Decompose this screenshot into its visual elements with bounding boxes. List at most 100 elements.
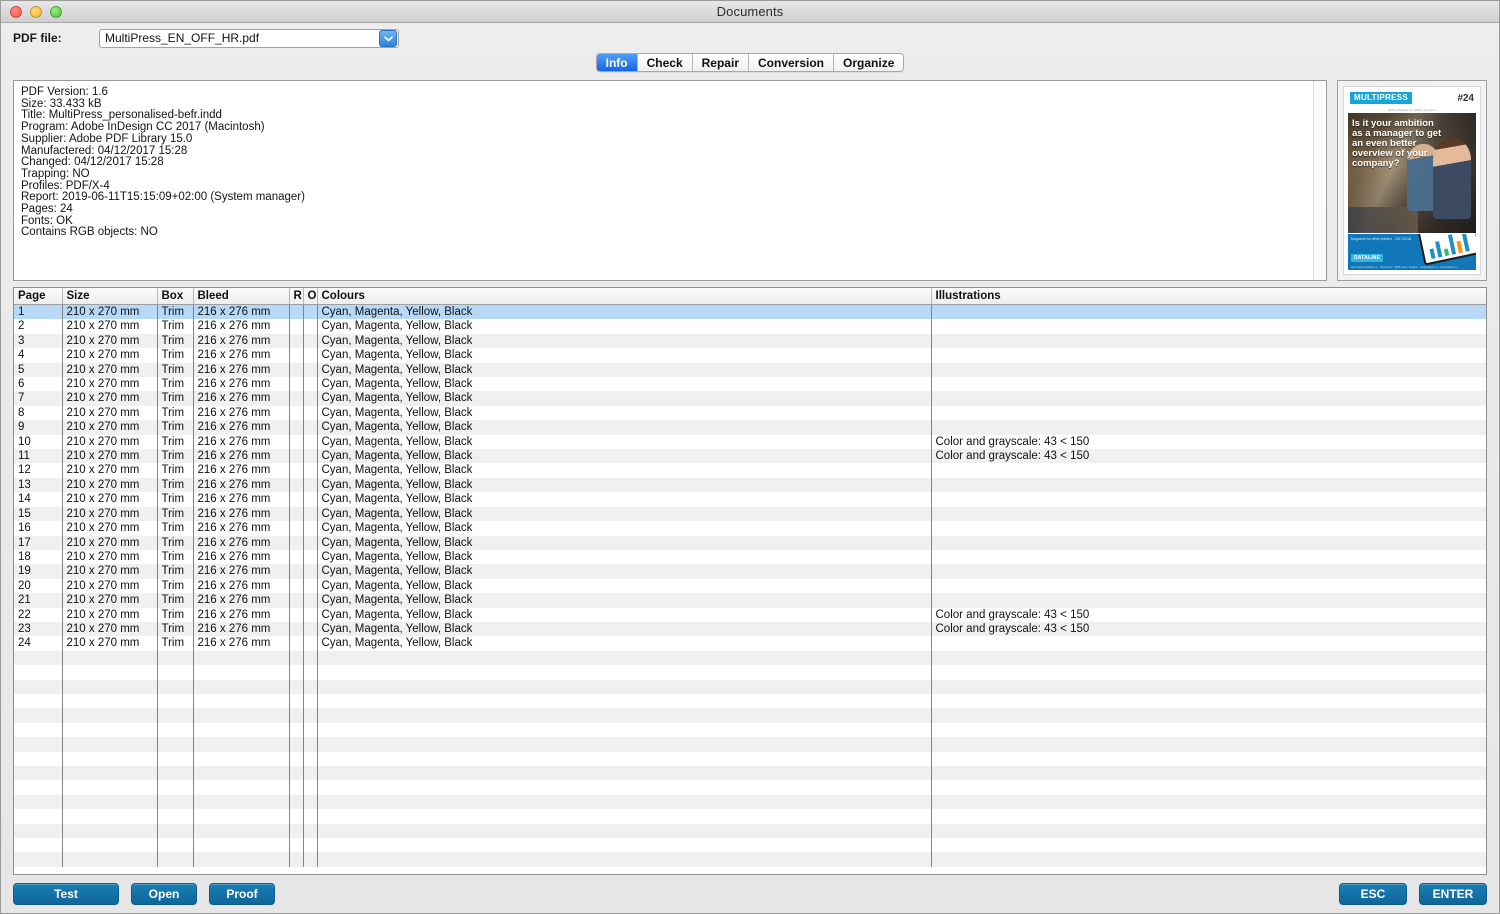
- column-header-colours[interactable]: Colours: [317, 288, 932, 305]
- table-row-empty[interactable]: [14, 766, 1486, 781]
- column-header-illustrations[interactable]: Illustrations: [931, 288, 1486, 305]
- cell-colours: Cyan, Magenta, Yellow, Black: [317, 564, 932, 579]
- table-row[interactable]: 4 210 x 270 mm Trim 216 x 276 mm Cyan, Magen…: [14, 348, 1486, 363]
- cell-r: [289, 434, 304, 450]
- cell-box: Trim: [157, 377, 194, 392]
- table-row-empty[interactable]: [14, 665, 1486, 680]
- table-row[interactable]: 7 210 x 270 mm Trim 216 x 276 mm Cyan, Magen…: [14, 391, 1486, 406]
- table-row[interactable]: 14 210 x 270 mm Trim 216 x 276 mm Cyan, Mage…: [14, 492, 1486, 507]
- cell-colours: Cyan, Magenta, Yellow, Black: [317, 578, 932, 594]
- cell-colours: Cyan, Magenta, Yellow, Black: [317, 477, 932, 493]
- column-header-bleed[interactable]: Bleed: [193, 288, 290, 305]
- cell-size: 210 x 270 mm: [62, 593, 158, 608]
- cell-r: [289, 506, 304, 522]
- table-row-empty[interactable]: [14, 780, 1486, 795]
- cell-colours: [317, 794, 932, 810]
- table-row-empty[interactable]: [14, 751, 1486, 766]
- cell-box: [157, 751, 194, 766]
- cell-illustrations: [931, 550, 1486, 564]
- tab-info[interactable]: Info: [596, 54, 638, 71]
- test-button[interactable]: Test: [13, 883, 119, 905]
- column-header-o[interactable]: O: [303, 288, 318, 305]
- open-button[interactable]: Open: [131, 883, 197, 905]
- cell-illustrations: [931, 780, 1486, 794]
- table-row[interactable]: 16 210 x 270 mm Trim 216 x 276 mm Cyan, Mage…: [14, 521, 1486, 536]
- table-row[interactable]: 2 210 x 270 mm Trim 216 x 276 mm Cyan, Magen…: [14, 319, 1486, 334]
- esc-button[interactable]: ESC: [1339, 883, 1407, 905]
- table-row[interactable]: 9 210 x 270 mm Trim 216 x 276 mm Cyan, Magen…: [14, 420, 1486, 435]
- table-row-empty[interactable]: [14, 722, 1486, 738]
- pdf-file-combobox[interactable]: MultiPress_EN_OFF_HR.pdf: [99, 28, 399, 48]
- table-row[interactable]: 22 210 x 270 mm Trim 216 x 276 mm Cyan, Mage…: [14, 607, 1486, 622]
- table-row[interactable]: 10 210 x 270 mm Trim 216 x 276 mm Cyan, Mage…: [14, 434, 1486, 450]
- cell-colours: Cyan, Magenta, Yellow, Black: [317, 391, 932, 406]
- cell-r: [289, 650, 304, 666]
- table-row[interactable]: 21 210 x 270 mm Trim 216 x 276 mm Cyan, Mage…: [14, 593, 1486, 608]
- pdf-preview-panel[interactable]: MULTIPRESS #24 MIS software for offset p…: [1337, 80, 1487, 281]
- table-row-empty[interactable]: [14, 708, 1486, 723]
- table-row-empty[interactable]: [14, 823, 1486, 839]
- cell-box: [157, 809, 194, 824]
- table-row-empty[interactable]: [14, 679, 1486, 694]
- pages-table-container[interactable]: Page Size Box Bleed R O Colours Illustra…: [13, 287, 1487, 875]
- table-row[interactable]: 11 210 x 270 mm Trim 216 x 276 mm Cyan, Mage…: [14, 449, 1486, 464]
- tab-organize[interactable]: Organize: [834, 54, 904, 71]
- cell-page: [14, 708, 63, 723]
- cell-bleed: 216 x 276 mm: [193, 333, 290, 349]
- cell-page: 13: [14, 477, 63, 493]
- table-row[interactable]: 20 210 x 270 mm Trim 216 x 276 mm Cyan, Mage…: [14, 578, 1486, 594]
- cell-illustrations: [931, 723, 1486, 737]
- cell-size: 210 x 270 mm: [62, 319, 158, 334]
- cell-o: [303, 463, 318, 478]
- table-row[interactable]: 19 210 x 270 mm Trim 216 x 276 mm Cyan, Mage…: [14, 564, 1486, 579]
- table-row[interactable]: 15 210 x 270 mm Trim 216 x 276 mm Cyan, Mage…: [14, 506, 1486, 522]
- table-row[interactable]: 5 210 x 270 mm Trim 216 x 276 mm Cyan, Magen…: [14, 362, 1486, 378]
- table-row[interactable]: 3 210 x 270 mm Trim 216 x 276 mm Cyan, Magen…: [14, 333, 1486, 349]
- cell-bleed: 216 x 276 mm: [193, 521, 290, 536]
- chevron-down-icon[interactable]: [379, 29, 397, 47]
- cell-size: 210 x 270 mm: [62, 477, 158, 493]
- table-row[interactable]: 18 210 x 270 mm Trim 216 x 276 mm Cyan, Mage…: [14, 549, 1486, 565]
- table-row-empty[interactable]: [14, 794, 1486, 810]
- cell-bleed: [193, 794, 290, 810]
- cell-size: 210 x 270 mm: [62, 449, 158, 464]
- cell-r: [289, 377, 304, 392]
- cell-page: 16: [14, 521, 63, 536]
- table-row[interactable]: 23 210 x 270 mm Trim 216 x 276 mm Cyan, Mage…: [14, 621, 1486, 637]
- cell-page: 8: [14, 405, 63, 421]
- table-row-empty[interactable]: [14, 838, 1486, 853]
- table-row-empty[interactable]: [14, 650, 1486, 666]
- table-row[interactable]: 1 210 x 270 mm Trim 216 x 276 mm Cyan, Magen…: [14, 304, 1486, 320]
- table-row[interactable]: 6 210 x 270 mm Trim 216 x 276 mm Cyan, Magen…: [14, 377, 1486, 392]
- table-row[interactable]: 12 210 x 270 mm Trim 216 x 276 mm Cyan, Mage…: [14, 463, 1486, 478]
- table-row-empty[interactable]: [14, 693, 1486, 709]
- tab-repair[interactable]: Repair: [692, 54, 749, 71]
- cell-illustrations: [931, 579, 1486, 593]
- table-row[interactable]: 13 210 x 270 mm Trim 216 x 276 mm Cyan, Mage…: [14, 477, 1486, 493]
- table-row[interactable]: 24 210 x 270 mm Trim 216 x 276 mm Cyan, Mage…: [14, 636, 1486, 651]
- cell-o: [303, 348, 318, 363]
- cell-illustrations: [931, 838, 1486, 852]
- table-row-empty[interactable]: [14, 737, 1486, 752]
- cell-o: [303, 362, 318, 378]
- cell-page: [14, 838, 63, 853]
- cell-r: [289, 621, 304, 637]
- cell-illustrations: Color and grayscale: 43 < 150: [931, 449, 1486, 464]
- cell-page: 11: [14, 449, 63, 464]
- info-panel-scrollbar[interactable]: [1313, 81, 1326, 280]
- tab-conversion[interactable]: Conversion: [749, 54, 835, 71]
- column-header-r[interactable]: R: [289, 288, 304, 305]
- table-row[interactable]: 8 210 x 270 mm Trim 216 x 276 mm Cyan, Magen…: [14, 405, 1486, 421]
- table-row-empty[interactable]: [14, 852, 1486, 867]
- cell-box: Trim: [157, 405, 194, 421]
- column-header-page[interactable]: Page: [14, 288, 63, 305]
- column-header-box[interactable]: Box: [157, 288, 194, 305]
- tab-check[interactable]: Check: [637, 54, 693, 71]
- table-row[interactable]: 17 210 x 270 mm Trim 216 x 276 mm Cyan, Mage…: [14, 535, 1486, 550]
- cell-colours: Cyan, Magenta, Yellow, Black: [317, 492, 932, 507]
- column-header-size[interactable]: Size: [62, 288, 158, 305]
- enter-button[interactable]: ENTER: [1419, 883, 1487, 905]
- cell-colours: [317, 809, 932, 824]
- table-row-empty[interactable]: [14, 809, 1486, 824]
- proof-button[interactable]: Proof: [209, 883, 275, 905]
